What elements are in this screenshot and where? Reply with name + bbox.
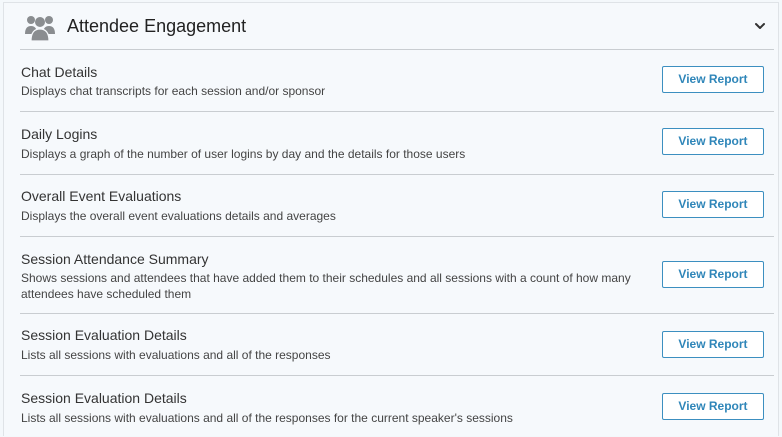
report-title: Overall Event Evaluations — [21, 188, 182, 204]
section-header[interactable]: Attendee Engagement — [4, 3, 778, 49]
report-title: Session Evaluation Details — [21, 327, 187, 343]
report-row-session-attendance-summary: Session Attendance Summary Shows session… — [4, 237, 778, 313]
report-description: Displays the overall event evaluations d… — [21, 209, 336, 223]
view-report-button[interactable]: View Report — [662, 191, 764, 218]
report-description: Shows sessions and attendees that have a… — [21, 271, 631, 301]
report-title: Daily Logins — [21, 126, 98, 142]
attendee-engagement-panel: Attendee Engagement Chat Details Display… — [3, 2, 779, 436]
view-report-button[interactable]: View Report — [662, 331, 764, 358]
report-description: Lists all sessions with evaluations and … — [21, 348, 331, 362]
chevron-down-icon[interactable] — [753, 19, 767, 33]
report-description: Lists all sessions with evaluations and … — [21, 411, 513, 425]
view-report-button[interactable]: View Report — [662, 66, 764, 93]
section-title: Attendee Engagement — [67, 16, 247, 36]
view-report-button[interactable]: View Report — [662, 393, 764, 420]
report-row-session-evaluation-details: Session Evaluation Details Lists all ses… — [4, 314, 778, 375]
report-row-daily-logins: Daily Logins Displays a graph of the num… — [4, 112, 778, 174]
report-description: Displays a graph of the number of user l… — [21, 147, 466, 161]
report-row-overall-event-evaluations: Overall Event Evaluations Displays the o… — [4, 175, 778, 236]
report-description: Displays chat transcripts for each sessi… — [21, 84, 326, 98]
report-title: Chat Details — [21, 64, 98, 80]
report-title: Session Evaluation Details — [21, 390, 187, 406]
report-row-chat-details: Chat Details Displays chat transcripts f… — [4, 50, 778, 111]
users-group-icon — [24, 12, 56, 42]
report-row-session-evaluation-details-speaker: Session Evaluation Details Lists all ses… — [4, 376, 778, 437]
report-title: Session Attendance Summary — [21, 251, 209, 267]
view-report-button[interactable]: View Report — [662, 261, 764, 288]
view-report-button[interactable]: View Report — [662, 128, 764, 155]
